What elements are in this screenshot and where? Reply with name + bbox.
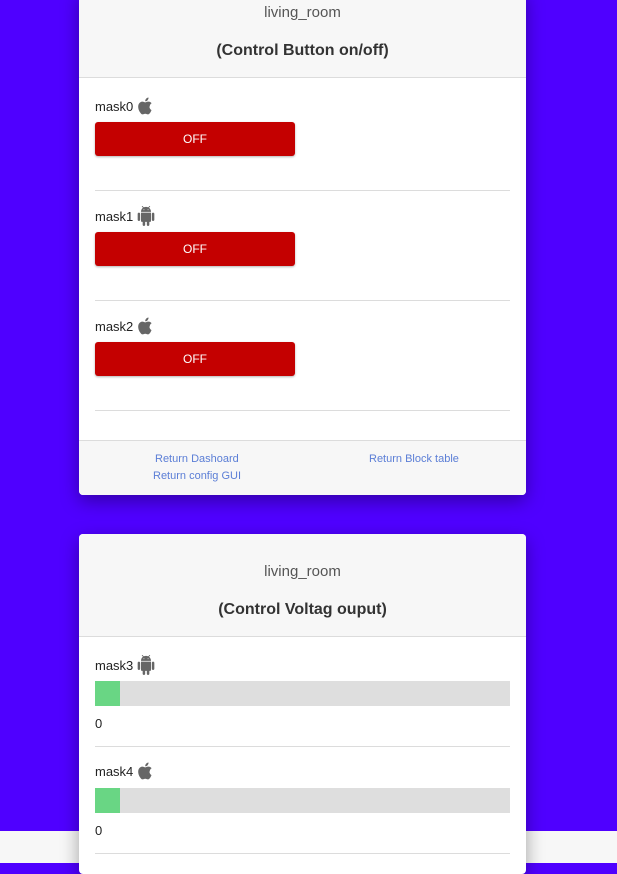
item-label: mask4: [95, 760, 156, 782]
room-name: living_room: [264, 563, 341, 580]
voltage-value: 0: [95, 716, 103, 731]
toggle-button-mask1[interactable]: OFF: [95, 232, 295, 266]
item-label: mask2: [95, 315, 156, 337]
item-label: mask3: [95, 654, 156, 676]
voltage-item-mask4: mask4 0: [95, 746, 510, 854]
switch-item-mask1: mask1 OFF: [95, 190, 510, 301]
toggle-button-mask0[interactable]: OFF: [95, 122, 295, 156]
voltage-panel-header: living_room (Control Voltag ouput): [79, 534, 526, 637]
voltage-level-fill: [95, 788, 120, 813]
item-label: mask1: [95, 205, 156, 227]
android-icon: [137, 206, 155, 226]
switch-item-mask2: mask2 OFF: [95, 300, 510, 411]
panel-subtitle: (Control Voltag ouput): [218, 601, 387, 618]
voltage-panel-card: living_room (Control Voltag ouput) mask3…: [79, 534, 526, 874]
voltage-slider-mask3[interactable]: [95, 681, 510, 706]
switch-panel-footer: Return Dashoard Return Block table Retur…: [79, 440, 526, 495]
item-name: mask3: [95, 657, 134, 673]
voltage-level-fill: [95, 681, 120, 706]
voltage-value: 0: [95, 823, 103, 838]
switch-panel-header: living_room (Control Button on/off): [79, 0, 526, 78]
toggle-button-mask2[interactable]: OFF: [95, 342, 295, 376]
return-dashboard-link[interactable]: Return Dashoard: [155, 453, 239, 465]
apple-icon: [138, 762, 152, 780]
voltage-item-mask3: mask3 0: [95, 654, 510, 747]
panel-subtitle: (Control Button on/off): [216, 42, 389, 59]
item-name: mask2: [95, 318, 134, 334]
item-label: mask0: [95, 95, 156, 117]
item-name: mask1: [95, 208, 134, 224]
room-name: living_room: [264, 4, 341, 21]
item-name: mask4: [95, 763, 134, 779]
switch-item-mask0: mask0 OFF: [95, 95, 510, 191]
android-icon: [137, 655, 155, 675]
apple-icon: [138, 97, 152, 115]
item-name: mask0: [95, 98, 134, 114]
return-block-table-link[interactable]: Return Block table: [369, 453, 459, 465]
switch-panel-card: living_room (Control Button on/off) mask…: [79, 0, 526, 495]
return-config-gui-link[interactable]: Return config GUI: [153, 470, 241, 482]
apple-icon: [138, 317, 152, 335]
voltage-slider-mask4[interactable]: [95, 788, 510, 813]
